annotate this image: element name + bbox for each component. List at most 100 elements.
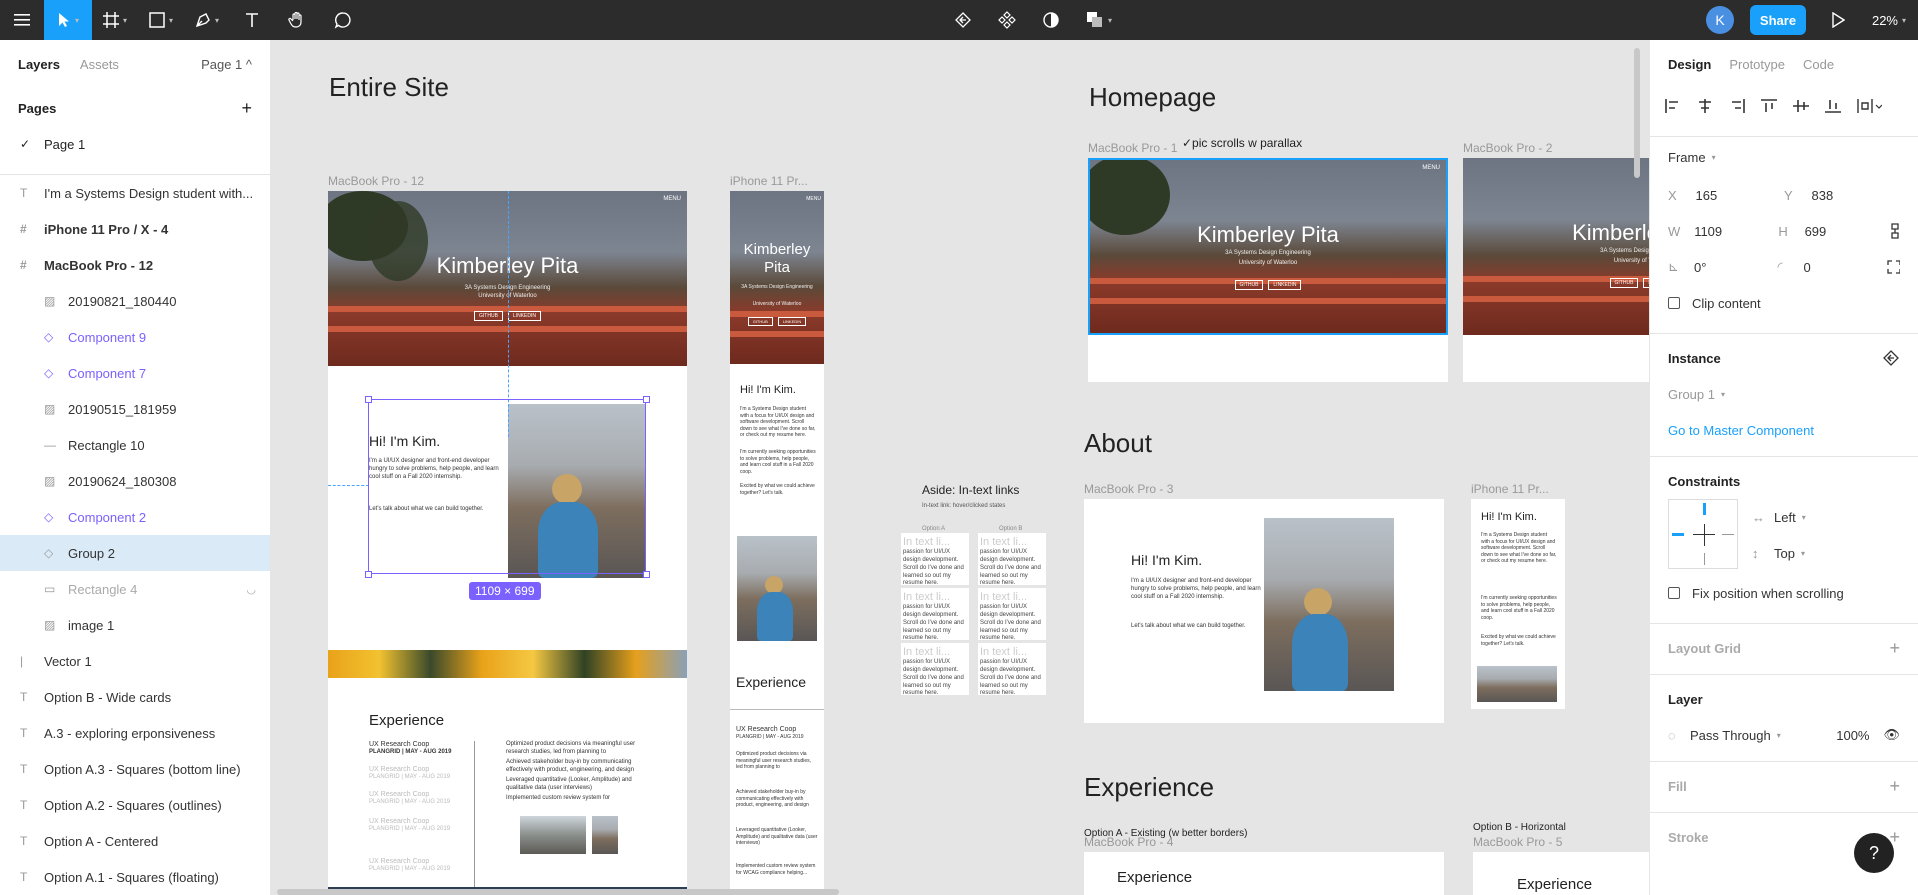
layer-row[interactable]: T Option B - Wide cards [0,679,270,715]
layer-row[interactable]: T Option A.3 - Squares (bottom line) [0,751,270,787]
constraint-center-v[interactable] [1704,524,1705,546]
page-item[interactable]: ✓ Page 1 [0,128,270,160]
zoom-dropdown[interactable]: 22% ▾ [1860,0,1918,40]
tab-code[interactable]: Code [1803,57,1834,72]
option-b-label[interactable]: Option B - Horizontal [1473,822,1566,833]
hidden-eye-icon[interactable]: ◡ [246,583,256,596]
layer-row[interactable]: ▨ 20190821_180440 [0,283,270,319]
aside-subtitle[interactable]: In-text link: hover/clicked states [922,503,1005,509]
resize-handle[interactable] [365,571,372,578]
blend-mode-dropdown[interactable]: Pass Through [1690,728,1771,743]
horizontal-scrollbar[interactable] [277,889,839,895]
visibility-eye-icon[interactable]: 👁 [1883,727,1900,743]
hero-image[interactable]: MENU Kimberley Pita 3A Systems Design En… [1088,158,1448,335]
fix-position-checkbox[interactable] [1668,587,1680,599]
constrain-proportions-icon[interactable] [1889,223,1900,239]
boolean-button[interactable]: ▾ [1073,0,1125,40]
constraint-bottom-line[interactable] [1704,553,1705,565]
user-avatar[interactable]: K [1700,0,1740,40]
section-title-about[interactable]: About [1084,428,1152,459]
frame-label-mbp3[interactable]: MacBook Pro - 3 [1084,482,1173,496]
layer-row[interactable]: T Option A - Centered [0,823,270,859]
tab-layers[interactable]: Layers [18,57,60,72]
align-bottom-icon[interactable] [1824,98,1842,114]
align-horizontal-center-icon[interactable] [1696,98,1714,114]
note-parallax[interactable]: ✓pic scrolls w parallax [1182,136,1302,150]
shape-tool-button[interactable]: ▾ [138,0,184,40]
frame-label-mbp4[interactable]: MacBook Pro - 4 [1084,835,1173,849]
help-button[interactable]: ? [1854,833,1894,873]
mask-button[interactable] [1029,0,1073,40]
section-title-homepage[interactable]: Homepage [1089,82,1216,113]
resize-handle[interactable] [643,571,650,578]
add-page-icon[interactable]: + [241,98,252,119]
frame-label-iphone2[interactable]: iPhone 11 Pr... [1471,482,1549,496]
frame-macbook-pro-5[interactable]: Experience [1473,852,1649,895]
resize-handle[interactable] [643,396,650,403]
resize-handle[interactable] [365,396,372,403]
create-component-button[interactable] [985,0,1029,40]
section-title-experience[interactable]: Experience [1084,772,1214,803]
share-button[interactable]: Share [1750,5,1806,35]
y-input[interactable]: 838 [1812,188,1900,203]
frame-tool-button[interactable]: ▾ [92,0,138,40]
instance-swap-dropdown[interactable]: Group 1 ▾ [1650,376,1918,412]
fix-position-row[interactable]: Fix position when scrolling [1650,575,1918,611]
frame-label-mbp5[interactable]: MacBook Pro - 5 [1473,835,1562,849]
canvas[interactable]: Entire Site Homepage About Experience Ma… [271,40,1649,895]
independent-corners-icon[interactable] [1887,260,1900,274]
vertical-scrollbar[interactable] [1634,48,1640,178]
move-tool-button[interactable]: ▾ [44,0,92,40]
detach-instance-icon[interactable] [1882,349,1900,367]
section-title-entire-site[interactable]: Entire Site [329,72,449,103]
constraint-right-line[interactable] [1722,534,1734,535]
align-top-icon[interactable] [1760,98,1778,114]
frame-macbook-pro-3[interactable]: Hi! I'm Kim. I'm a UI/UX designer and fr… [1084,499,1444,723]
align-vertical-center-icon[interactable] [1792,98,1810,114]
detach-instance-button[interactable] [941,0,985,40]
layer-row[interactable]: ◇ Component 2 [0,499,270,535]
layer-row[interactable]: ▨ 20190515_181959 [0,391,270,427]
frame-label-mbp2[interactable]: MacBook Pro - 2 [1463,141,1552,155]
present-button[interactable] [1816,0,1860,40]
layer-row[interactable]: | Vector 1 [0,643,270,679]
hand-tool-button[interactable] [274,0,320,40]
rotation-input[interactable]: 0° [1694,260,1778,275]
frame-iphone[interactable]: MENU Kimberley Pita 3A Systems Design En… [730,191,824,895]
layer-row[interactable]: T A.3 - exploring erponsiveness [0,715,270,751]
distribute-icon[interactable] [1856,98,1882,114]
constraints-widget[interactable] [1668,499,1738,569]
frame-iphone-about[interactable]: Hi! I'm Kim. I'm a Systems Design studen… [1471,499,1565,709]
radius-input[interactable]: 0 [1803,260,1887,275]
h-input[interactable]: 699 [1805,224,1889,239]
main-menu-button[interactable] [0,0,44,40]
layer-row[interactable]: ▨ image 1 [0,607,270,643]
layer-row[interactable]: — Rectangle 10 [0,427,270,463]
opacity-input[interactable]: 100% [1836,728,1869,743]
pen-tool-button[interactable]: ▾ [184,0,230,40]
layer-row[interactable]: ◇ Group 2 [0,535,270,571]
aside-title[interactable]: Aside: In-text links [922,483,1019,497]
layer-row[interactable]: T Option A.2 - Squares (outlines) [0,787,270,823]
align-left-icon[interactable] [1664,98,1682,114]
tab-prototype[interactable]: Prototype [1729,57,1785,72]
comment-tool-button[interactable] [320,0,366,40]
layer-row[interactable]: # iPhone 11 Pro / X - 4 [0,211,270,247]
layer-row[interactable]: # MacBook Pro - 12 [0,247,270,283]
w-input[interactable]: 1109 [1694,224,1778,239]
frame-label-mbp12[interactable]: MacBook Pro - 12 [328,174,424,188]
layer-row[interactable]: ▨ 20190624_180308 [0,463,270,499]
go-to-master-link[interactable]: Go to Master Component [1668,423,1814,438]
clip-content-row[interactable]: Clip content [1650,285,1918,321]
constraint-horizontal-dropdown[interactable]: ↔ Left ▾ [1752,499,1806,535]
constraint-top-line[interactable] [1703,503,1706,515]
selection-box[interactable] [368,399,646,574]
tab-design[interactable]: Design [1668,57,1711,72]
tab-assets[interactable]: Assets [80,57,119,72]
add-fill-icon[interactable]: + [1889,776,1900,797]
frame-type-dropdown[interactable]: Frame ▾ [1650,137,1918,177]
x-input[interactable]: 165 [1696,188,1784,203]
frame-label-iphone[interactable]: iPhone 11 Pr... [730,174,808,188]
clip-content-checkbox[interactable] [1668,297,1680,309]
layer-row[interactable]: ▭ Rectangle 4 ◡ [0,571,270,607]
